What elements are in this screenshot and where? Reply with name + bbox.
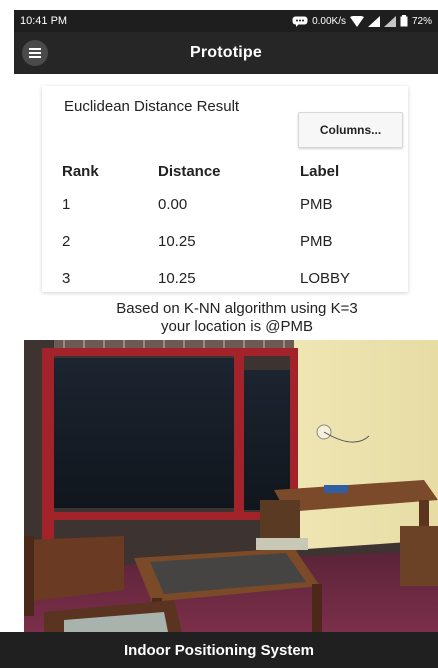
status-icons: 0.00K/s 72%: [292, 15, 432, 27]
cell-label: LOBBY: [300, 270, 351, 287]
app-bar: Prototipe: [14, 32, 438, 74]
result-title: Euclidean Distance Result: [64, 98, 240, 115]
signal-icon: [367, 15, 380, 27]
columns-button[interactable]: Columns...: [298, 112, 403, 148]
cell-distance: 0.00: [158, 196, 188, 213]
location-photo: [24, 340, 438, 632]
table-row: 3 10.25 LOBBY: [62, 260, 392, 297]
app-title: Prototipe: [189, 44, 263, 61]
column-header-label[interactable]: Label: [300, 156, 392, 186]
results-table: Rank Distance Label 1 0.00 PMB 2 10.25 P…: [62, 156, 392, 297]
cell-label: PMB: [300, 233, 333, 250]
battery-icon: [400, 15, 408, 27]
result-panel: Euclidean Distance Result Columns... Ran…: [42, 86, 408, 292]
chat-icon: [292, 16, 308, 27]
footer-title: Indoor Positioning System: [123, 641, 314, 659]
knn-line-2: your location is @PMB: [161, 318, 313, 335]
status-bar: 10:41 PM 0.00K/s 72%: [14, 10, 438, 32]
battery-level: 72%: [411, 15, 432, 27]
cell-distance: 10.25: [158, 233, 196, 250]
column-header-distance[interactable]: Distance: [158, 156, 300, 186]
app-screen: 10:41 PM 0.00K/s 72% Prototipe Euclidean…: [0, 0, 438, 668]
status-time: 10:41 PM: [20, 15, 68, 27]
cell-distance: 10.25: [158, 270, 196, 287]
footer-bar: Indoor Positioning System: [0, 632, 438, 668]
main-content: Euclidean Distance Result Columns... Ran…: [14, 74, 438, 632]
network-speed: 0.00K/s: [312, 15, 346, 27]
wifi-icon: [349, 15, 364, 27]
cell-rank: 3: [62, 270, 71, 287]
table-row: 2 10.25 PMB: [62, 223, 392, 260]
table-header-row: Rank Distance Label: [62, 156, 392, 186]
cell-rank: 1: [62, 196, 71, 213]
knn-line-1: Based on K-NN algorithm using K=3: [116, 300, 358, 317]
cell-rank: 2: [62, 233, 71, 250]
signal-icon: [383, 15, 396, 27]
column-header-rank[interactable]: Rank: [62, 156, 158, 186]
table-row: 1 0.00 PMB: [62, 186, 392, 223]
cell-label: PMB: [300, 196, 333, 213]
knn-result-text: Based on K-NN algorithm using K=3 your l…: [54, 300, 420, 336]
room-photo-illustration: [24, 340, 438, 632]
